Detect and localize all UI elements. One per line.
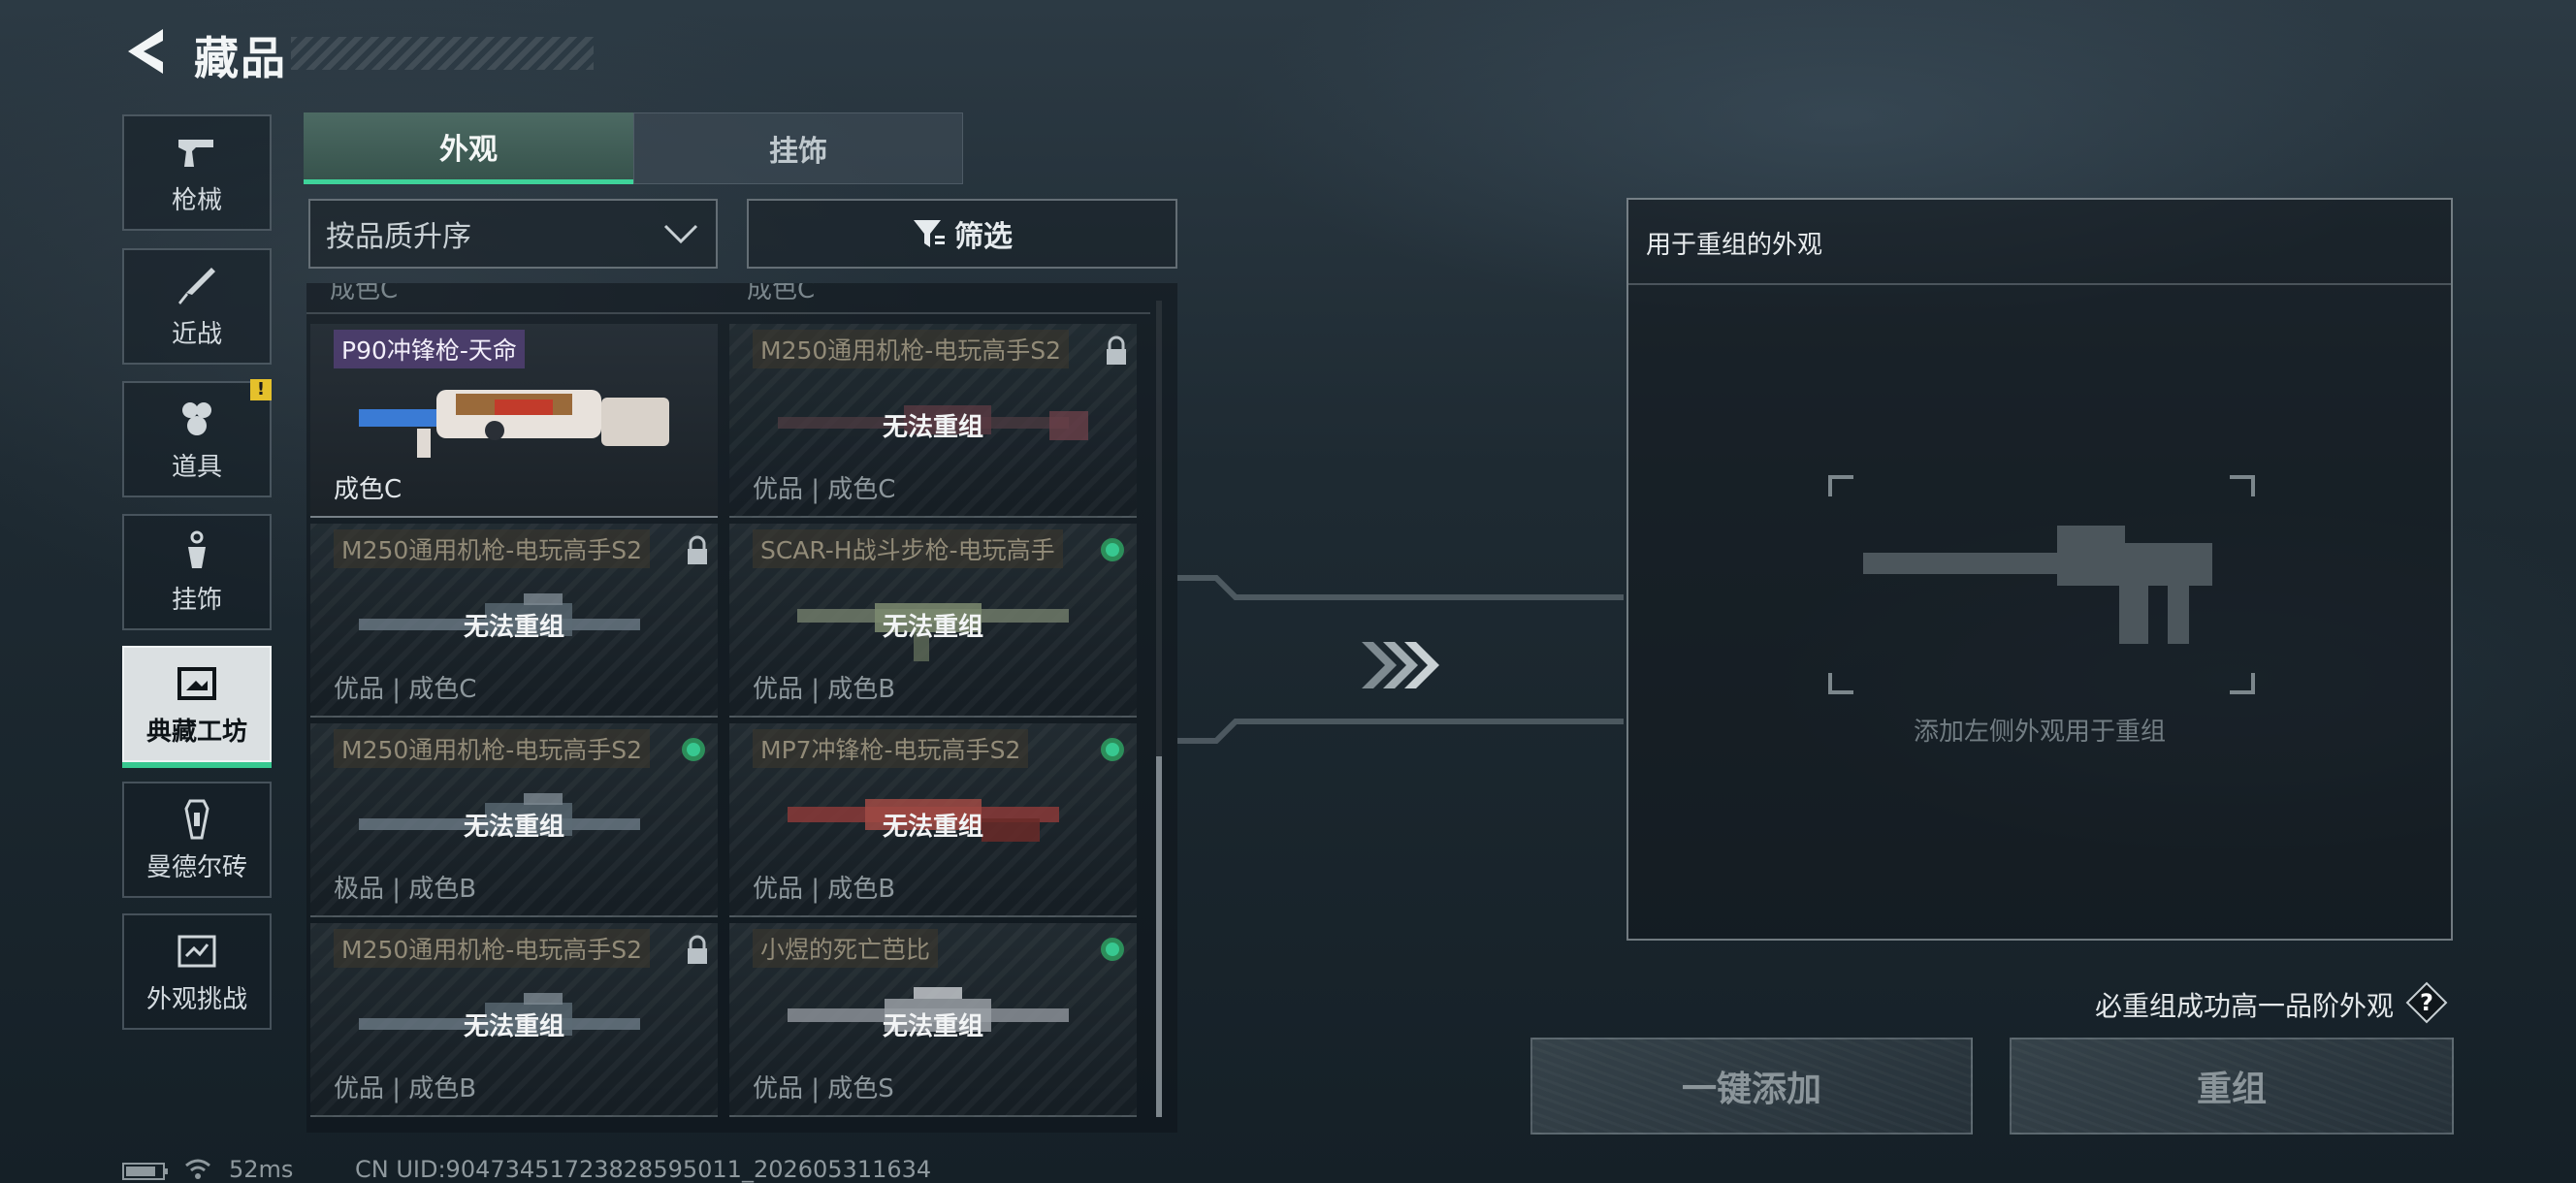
peek-quality: 成色C <box>747 283 816 304</box>
row-divider <box>306 312 1150 314</box>
skin-card[interactable]: M250通用机枪-电玩高手S2 无法重组 优品 | 成色C <box>310 524 718 718</box>
scrollbar-thumb[interactable] <box>1156 756 1162 1117</box>
sort-label: 按品质升序 <box>326 220 471 254</box>
sidebar-item-label: 枪械 <box>171 185 222 215</box>
ping-readout: 52ms <box>229 1156 294 1183</box>
skin-quality: 优品 | 成色B <box>334 1074 477 1103</box>
sidebar-item-charms[interactable]: 挂饰 <box>122 514 272 630</box>
sidebar-item-mandel-brick[interactable]: 曼德尔砖 <box>122 782 272 898</box>
sidebar-item-guns[interactable]: 枪械 <box>122 114 272 231</box>
recombine-hint: 添加左侧外观用于重组 <box>1913 718 2166 747</box>
warning-badge: ! <box>250 379 272 400</box>
skin-quality: 优品 | 成色S <box>753 1074 894 1103</box>
skin-card[interactable]: P90冲锋枪-天命 成色C <box>310 324 718 518</box>
skin-quality: 优品 | 成色B <box>753 675 896 704</box>
filter-label: 筛选 <box>954 220 1013 254</box>
cannot-recombine-label: 无法重组 <box>882 1012 983 1041</box>
filter-button[interactable]: 筛选 <box>747 199 1177 269</box>
challenge-icon <box>177 935 216 967</box>
recombine-guarantee-note: 必重组成功高一品阶外观 <box>2095 990 2395 1022</box>
skin-quality: 成色C <box>334 475 402 504</box>
available-check-icon <box>682 738 705 761</box>
skin-quality: 优品 | 成色C <box>334 675 477 704</box>
recombine-panel[interactable]: 用于重组的外观 添加左侧外观用于重组 <box>1626 198 2453 941</box>
skin-card[interactable]: SCAR-H战斗步枪-电玩高手 无法重组 优品 | 成色B <box>729 524 1137 718</box>
peek-quality: 成色C <box>330 283 399 304</box>
tab-charms[interactable]: 挂饰 <box>633 112 963 184</box>
skin-card[interactable]: MP7冲锋枪-电玩高手S2 无法重组 优品 | 成色B <box>729 723 1137 917</box>
sidebar-item-challenge[interactable]: 外观挑战 <box>122 913 272 1030</box>
p90-skin-image <box>359 390 669 458</box>
divider <box>1628 283 2451 285</box>
skin-quality: 优品 | 成色C <box>753 475 896 504</box>
add-all-button[interactable]: 一键添加 <box>1530 1038 1973 1135</box>
skin-quality: 优品 | 成色B <box>753 875 896 904</box>
skin-name: SCAR-H战斗步枪-电玩高手 <box>753 529 1063 568</box>
sidebar-item-label: 道具 <box>171 452 222 482</box>
sidebar-item-label: 曼德尔砖 <box>145 852 247 882</box>
available-check-icon <box>1101 738 1124 761</box>
sidebar-item-label: 挂饰 <box>171 585 222 615</box>
recombine-title: 用于重组的外观 <box>1646 231 1823 260</box>
cannot-recombine-label: 无法重组 <box>882 813 983 842</box>
pistol-icon <box>178 139 213 167</box>
sidebar-item-label: 外观挑战 <box>145 984 247 1014</box>
sidebar-item-melee[interactable]: 近战 <box>122 248 272 365</box>
sidebar-item-items[interactable]: 道具 ! <box>122 379 272 497</box>
chevron-down-icon <box>663 224 698 244</box>
recombine-button[interactable]: 重组 <box>2010 1038 2454 1135</box>
mandel-brick-icon <box>184 799 209 839</box>
skin-name: P90冲锋枪-天命 <box>334 330 525 368</box>
filter-icon <box>914 220 945 247</box>
skin-quality: 极品 | 成色B <box>334 875 477 904</box>
lock-icon <box>688 935 707 964</box>
cannot-recombine-label: 无法重组 <box>882 413 983 442</box>
triple-chevron-icon <box>1362 642 1439 688</box>
skin-name: M250通用机枪-电玩高手S2 <box>334 929 651 968</box>
workshop-icon <box>177 666 216 700</box>
cannot-recombine-label: 无法重组 <box>463 813 564 842</box>
cannot-recombine-label: 无法重组 <box>882 613 983 642</box>
skin-card[interactable]: M250通用机枪-电玩高手S2 无法重组 优品 | 成色B <box>310 923 718 1117</box>
skin-name: 小煜的死亡芭比 <box>753 929 939 968</box>
grenades-icon <box>182 401 211 435</box>
skin-card[interactable]: 小煜的死亡芭比 无法重组 优品 | 成色S <box>729 923 1137 1117</box>
skin-name: M250通用机枪-电玩高手S2 <box>334 729 651 768</box>
skin-card[interactable]: M250通用机枪-电玩高手S2 无法重组 优品 | 成色C <box>729 324 1137 518</box>
sort-dropdown[interactable]: 按品质升序 <box>308 199 718 269</box>
title-decoration <box>291 37 594 70</box>
cannot-recombine-label: 无法重组 <box>463 1012 564 1041</box>
available-check-icon <box>1101 538 1124 561</box>
user-uid: CN UID:90473451723828595011_202605311634 <box>355 1156 932 1183</box>
sidebar-item-label: 近战 <box>171 319 222 349</box>
back-arrow-icon[interactable] <box>120 25 169 78</box>
skin-name: MP7冲锋枪-电玩高手S2 <box>753 729 1029 768</box>
sidebar-item-label: 典藏工坊 <box>145 717 247 747</box>
cannot-recombine-label: 无法重组 <box>463 613 564 642</box>
skin-name: M250通用机枪-电玩高手S2 <box>753 330 1070 368</box>
battery-icon <box>122 1163 168 1180</box>
charm-icon <box>188 530 206 568</box>
help-icon[interactable]: ? <box>2405 981 2448 1024</box>
help-glyph: ? <box>2420 989 2433 1016</box>
rifle-placeholder-icon <box>1828 475 2255 694</box>
sidebar-item-workshop[interactable]: 典藏工坊 <box>122 646 272 768</box>
available-check-icon <box>1101 938 1124 961</box>
tab-appearance[interactable]: 外观 <box>304 112 633 184</box>
page-title: 藏品 <box>194 32 287 84</box>
wifi-icon <box>185 1159 210 1179</box>
skin-card[interactable]: M250通用机枪-电玩高手S2 无法重组 极品 | 成色B <box>310 723 718 917</box>
knife-icon <box>178 267 215 304</box>
skin-name: M250通用机枪-电玩高手S2 <box>334 529 651 568</box>
lock-icon <box>1107 336 1126 365</box>
lock-icon <box>688 535 707 564</box>
